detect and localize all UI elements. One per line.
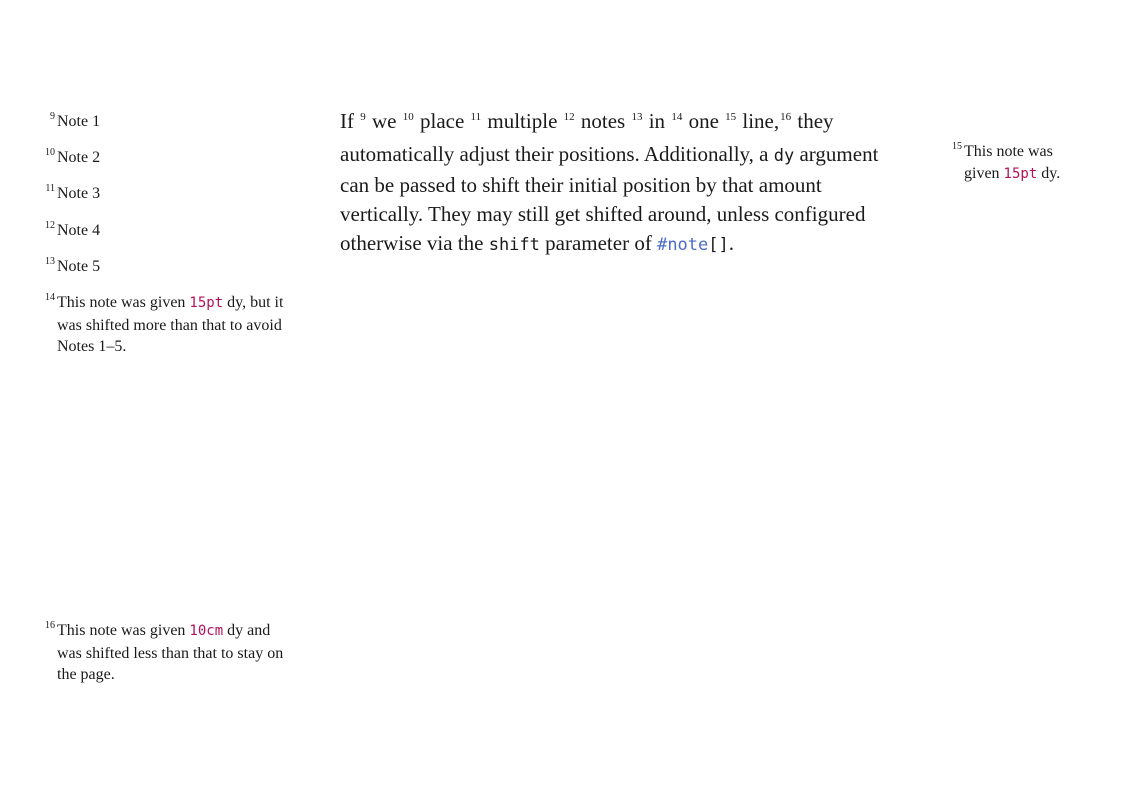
inline-code-brackets: [] [708,235,729,255]
body-text-segment: parameter of [545,231,652,255]
body-text-segment: line, [742,109,780,133]
margin-note-10: 10 Note 2 [40,147,290,169]
note-text: Note 4 [57,222,101,239]
note-number: 9 [50,111,55,122]
inline-code: 10cm [189,623,224,639]
body-text-segment: If [340,109,354,133]
main-paragraph: If 9 we 10 place 11 multiple 12 notes 13… [340,107,890,260]
note-function-link[interactable]: #note [657,235,708,255]
inline-code-dy: dy [773,146,795,166]
note-number: 15 [952,141,962,152]
note-number: 10 [45,147,55,158]
body-text-segment: in [648,109,666,133]
note-marker-14: 14 [671,111,683,123]
note-text: Note 1 [57,113,101,130]
document-page: If 9 we 10 place 11 multiple 12 notes 13… [0,0,1134,794]
margin-note-12: 12 Note 4 [40,220,290,242]
note-number: 16 [45,620,55,631]
note-marker-16: 16 [780,111,792,123]
note-marker-13: 13 [631,111,643,123]
body-text-segment: notes [580,109,626,133]
margin-note-14: 14 This note was given 15pt dy, but it w… [40,292,290,358]
note-text: This note was given 15pt dy, but it was … [57,294,284,355]
note-marker-11: 11 [470,111,482,123]
inline-code: 15pt [1003,165,1038,182]
note-text: This note was given 15pt dy. [964,143,1061,182]
inline-code-shift: shift [488,235,540,255]
margin-note-13: 13 Note 5 [40,256,290,278]
note-text: Note 2 [57,149,101,166]
body-text-segment: one [688,109,719,133]
note-text: This note was given 10cm dy and was shif… [57,622,284,683]
body-text-segment: multiple [487,109,558,133]
body-text-segment: we [372,109,397,133]
inline-code: 15pt [189,295,224,311]
note-number: 12 [45,220,55,231]
margin-note-15: 15 This note was given 15pt dy. [947,141,1087,185]
body-text-segment: . [728,231,734,255]
note-number: 14 [45,292,55,303]
note-number: 11 [45,183,55,194]
margin-note-9: 9 Note 1 [40,111,290,133]
note-number: 13 [45,256,55,267]
note-marker-15: 15 [725,111,737,123]
margin-note-16: 16 This note was given 10cm dy and was s… [40,620,290,686]
note-marker-10: 10 [402,111,414,123]
margin-note-11: 11 Note 3 [40,183,290,205]
note-text: Note 5 [57,258,101,275]
note-marker-9: 9 [360,111,366,123]
body-text-segment: place [420,109,465,133]
note-marker-12: 12 [563,111,575,123]
note-text: Note 3 [57,185,101,202]
